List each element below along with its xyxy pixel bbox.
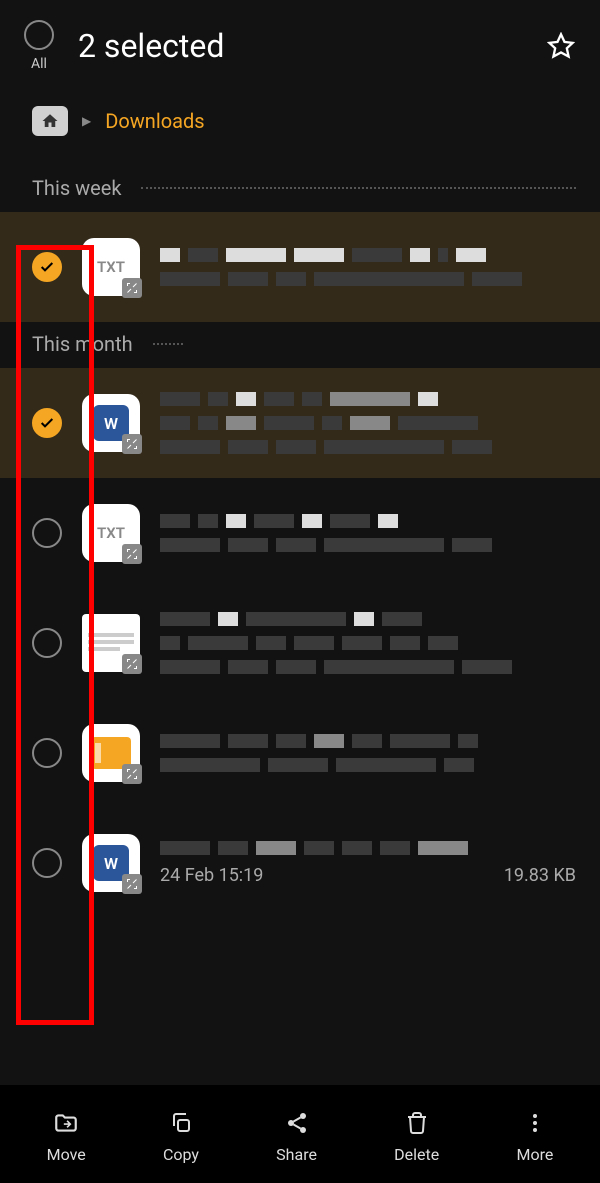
txt-icon: TXT [97, 524, 125, 542]
share-icon [283, 1109, 311, 1137]
move-icon [52, 1109, 80, 1137]
file-info [160, 514, 576, 552]
section-header-this-week: This week [0, 166, 600, 212]
header-left: All 2 selected [24, 20, 224, 72]
section-header-this-month: This month [0, 322, 600, 368]
file-thumbnail-archive [82, 724, 140, 782]
bottom-toolbar: Move Copy Share Delete More [0, 1085, 600, 1183]
file-thumbnail-word: W [82, 834, 140, 892]
file-row[interactable]: W [0, 368, 600, 478]
file-thumbnail-txt: TXT [82, 504, 140, 562]
more-icon [521, 1109, 549, 1137]
row-checkbox[interactable] [32, 252, 62, 282]
row-checkbox[interactable] [32, 738, 62, 768]
file-thumbnail-document [82, 614, 140, 672]
expand-icon [122, 874, 142, 894]
file-list[interactable]: This week TXT This month W [0, 166, 600, 1166]
file-thumbnail-txt: TXT [82, 238, 140, 296]
expand-icon [122, 278, 142, 298]
chevron-right-icon: ▶ [82, 114, 91, 128]
file-info: 24 Feb 15:19 19.83 KB [160, 841, 576, 886]
file-row[interactable]: TXT [0, 212, 600, 322]
trash-icon [403, 1109, 431, 1137]
txt-icon: TXT [97, 258, 125, 276]
share-button[interactable]: Share [276, 1109, 317, 1164]
select-all-label: All [31, 56, 47, 72]
file-row[interactable]: TXT [0, 478, 600, 588]
move-button[interactable]: Move [47, 1109, 86, 1164]
file-row[interactable]: W 24 Feb 15:19 19.83 KB [0, 808, 600, 918]
row-checkbox[interactable] [32, 408, 62, 438]
breadcrumb-home[interactable] [32, 106, 68, 136]
breadcrumb-current[interactable]: Downloads [105, 109, 204, 133]
file-info [160, 734, 576, 772]
section-divider [153, 343, 183, 345]
favorite-button[interactable] [546, 31, 576, 61]
file-row[interactable] [0, 698, 600, 808]
home-icon [41, 112, 59, 130]
row-checkbox[interactable] [32, 518, 62, 548]
copy-button[interactable]: Copy [163, 1109, 199, 1164]
selection-header: All 2 selected [0, 0, 600, 80]
section-label: This month [32, 332, 133, 356]
file-size: 19.83 KB [504, 865, 576, 886]
expand-icon [122, 434, 142, 454]
delete-button[interactable]: Delete [394, 1109, 439, 1164]
file-date: 24 Feb 15:19 [160, 865, 263, 886]
file-row[interactable] [0, 588, 600, 698]
expand-icon [122, 544, 142, 564]
more-button[interactable]: More [516, 1109, 553, 1164]
expand-icon [122, 654, 142, 674]
breadcrumb: ▶ Downloads [0, 80, 600, 166]
file-info [160, 612, 576, 674]
section-divider [141, 187, 576, 189]
section-label: This week [32, 176, 121, 200]
select-all-checkbox[interactable] [24, 20, 54, 50]
select-all-group[interactable]: All [24, 20, 54, 72]
file-info [160, 248, 576, 286]
row-checkbox[interactable] [32, 628, 62, 658]
row-checkbox[interactable] [32, 848, 62, 878]
file-info [160, 392, 576, 454]
copy-icon [167, 1109, 195, 1137]
expand-icon [122, 764, 142, 784]
star-icon [547, 32, 575, 60]
file-thumbnail-word: W [82, 394, 140, 452]
page-title: 2 selected [78, 27, 224, 65]
